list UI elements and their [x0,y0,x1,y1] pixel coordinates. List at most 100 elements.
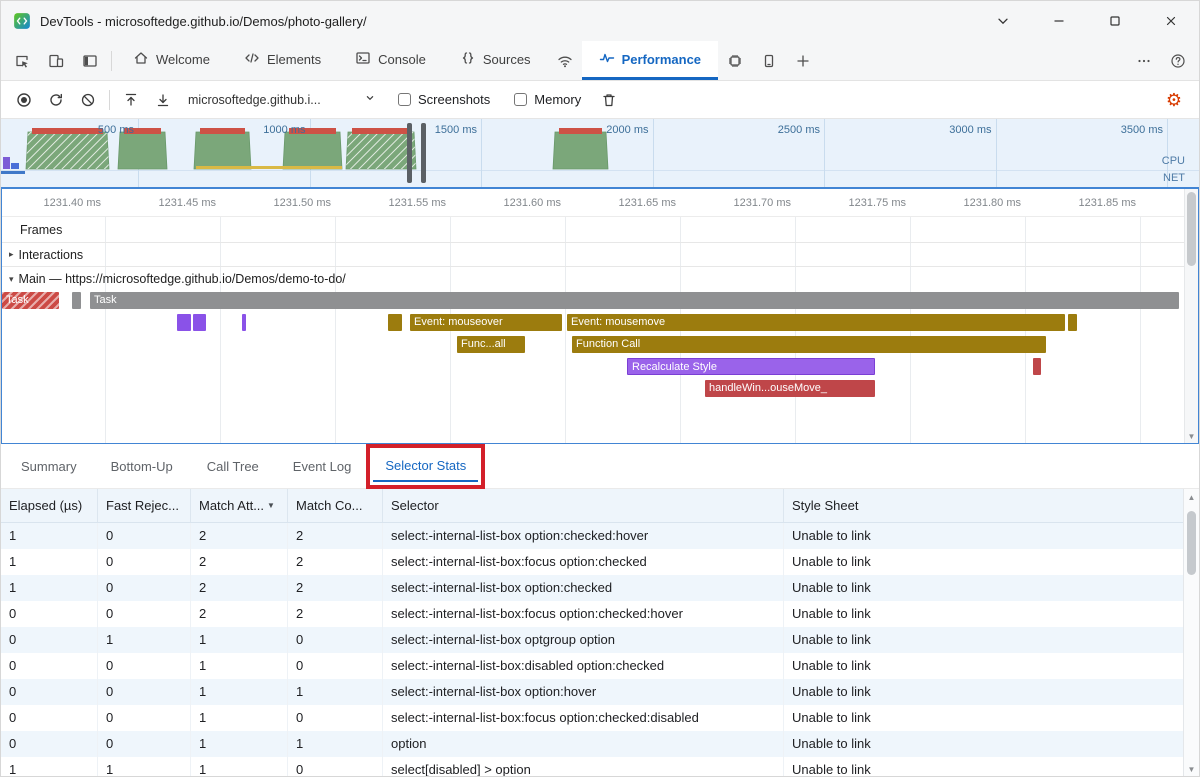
inspect-icon[interactable] [5,41,39,80]
overview-time-label: 3000 ms [912,124,992,136]
table-row[interactable]: 1022select:-internal-list-box option:che… [1,523,1185,549]
minimize-button[interactable] [1031,1,1087,41]
flame-bar[interactable] [1033,358,1041,375]
table-row[interactable]: 1022select:-internal-list-box option:che… [1,575,1185,601]
profile-select[interactable]: microsoftedge.github.i... [180,91,385,108]
tab-label: Performance [622,52,701,67]
timeline-scrollbar[interactable]: ▼ [1184,189,1198,443]
memory-chip-icon[interactable] [718,41,752,80]
ruler-time-label: 1231.75 ms [820,197,906,209]
column-header-fast-rejec[interactable]: Fast Rejec... [98,489,191,522]
scrollbar-thumb[interactable] [1187,192,1196,266]
table-cell: 1 [191,731,288,757]
table-row[interactable]: 0022select:-internal-list-box:focus opti… [1,601,1185,627]
table-row[interactable]: 0010select:-internal-list-box:focus opti… [1,705,1185,731]
load-profile-icon[interactable] [116,85,146,115]
clear-button[interactable] [73,85,103,115]
add-panel-icon[interactable] [786,41,820,80]
column-header-selector[interactable]: Selector [383,489,784,522]
memory-checkbox[interactable]: Memory [503,92,592,107]
main-track-header[interactable]: ▾ Main — https://microsoftedge.github.io… [2,267,1198,291]
column-header-match-att[interactable]: Match Att...▼ [191,489,288,522]
ruler-time-label: 1231.80 ms [935,197,1021,209]
column-header-elapsed-s[interactable]: Elapsed (µs) [1,489,98,522]
scrollbar-thumb[interactable] [1187,511,1196,575]
maximize-button[interactable] [1087,1,1143,41]
overview-time-label: 1000 ms [226,124,306,136]
table-cell: Unable to link [784,731,1185,757]
table-cell: 0 [1,627,98,653]
network-icon[interactable] [548,41,582,80]
flame-bar-handlewin-ousemove[interactable]: handleWin...ouseMove_ [705,380,875,397]
tab-label: Sources [483,52,531,67]
record-button[interactable] [9,85,39,115]
flame-bar-task[interactable]: Task [90,292,1179,309]
bottom-tab-summary[interactable]: Summary [9,451,89,482]
chevron-down-icon[interactable] [975,1,1031,41]
scroll-up-icon[interactable]: ▲ [1184,493,1199,502]
scroll-down-icon[interactable]: ▼ [1185,432,1198,441]
table-row[interactable]: 0110select:-internal-list-box optgroup o… [1,627,1185,653]
interactions-track[interactable]: ▸ Interactions [2,243,1198,267]
more-options-icon[interactable] [1127,41,1161,80]
flame-bar-event-mousemove[interactable]: Event: mousemove [567,314,1065,331]
close-button[interactable] [1143,1,1199,41]
table-scrollbar[interactable]: ▲ ▼ [1183,489,1199,777]
checkbox-icon[interactable] [398,93,411,106]
tab-performance[interactable]: Performance [582,41,718,80]
table-row[interactable]: 0011optionUnable to link [1,731,1185,757]
application-device-icon[interactable] [752,41,786,80]
table-cell: 2 [288,601,383,627]
table-cell: 1 [288,679,383,705]
save-profile-icon[interactable] [148,85,178,115]
ruler-time-label: 1231.55 ms [360,197,446,209]
flame-bar[interactable] [193,314,206,331]
trash-icon[interactable] [594,85,624,115]
focus-mode-icon[interactable] [73,41,107,80]
tab-console[interactable]: Console [338,41,443,80]
flame-bar-event-mouseover[interactable]: Event: mouseover [410,314,562,331]
flame-bar-task[interactable]: Task [2,292,59,309]
screenshots-checkbox[interactable]: Screenshots [387,92,501,107]
flame-bar[interactable] [72,292,81,309]
table-cell: 2 [288,549,383,575]
column-header-style-sheet[interactable]: Style Sheet [784,489,1185,522]
flame-bar-recalculate-style[interactable]: Recalculate Style [627,358,875,375]
device-emulation-icon[interactable] [39,41,73,80]
flame-bar[interactable] [1068,314,1077,331]
expander-icon[interactable]: ▸ [9,249,14,260]
checkbox-label: Memory [534,92,581,107]
tabbar-spacer [820,41,1127,80]
table-row[interactable]: 0011select:-internal-list-box option:hov… [1,679,1185,705]
table-cell: 1 [191,627,288,653]
flame-bar[interactable] [242,314,246,331]
overview-strip[interactable]: CPU NET 500 ms1000 ms1500 ms2000 ms2500 … [1,119,1199,187]
tab-elements[interactable]: Elements [227,41,338,80]
bottom-tab-call-tree[interactable]: Call Tree [195,451,271,482]
help-icon[interactable] [1161,41,1195,80]
flame-bar[interactable] [388,314,402,331]
flame-bar-function-call[interactable]: Function Call [572,336,1046,353]
table-cell: 0 [98,705,191,731]
flame-bar[interactable] [177,314,191,331]
table-cell: 1 [288,731,383,757]
window-controls [975,1,1199,41]
frames-track[interactable]: Frames [2,217,1198,243]
scroll-down-icon[interactable]: ▼ [1184,765,1199,774]
bottom-tab-event-log[interactable]: Event Log [281,451,364,482]
expander-icon[interactable]: ▾ [9,274,14,285]
capture-settings-gear-icon[interactable]: ⚙ [1157,91,1191,109]
column-label: Elapsed (µs) [9,498,82,513]
table-row[interactable]: 1110select[disabled] > optionUnable to l… [1,757,1185,777]
checkbox-icon[interactable] [514,93,527,106]
table-cell: select[disabled] > option [383,757,784,777]
bottom-tab-bottom-up[interactable]: Bottom-Up [99,451,185,482]
tab-sources[interactable]: Sources [443,41,548,80]
bottom-tab-selector-stats[interactable]: Selector Stats [373,451,478,482]
tab-welcome[interactable]: Welcome [116,41,227,80]
flame-bar-func-all[interactable]: Func...all [457,336,525,353]
table-row[interactable]: 1022select:-internal-list-box:focus opti… [1,549,1185,575]
reload-and-record-button[interactable] [41,85,71,115]
column-header-match-co[interactable]: Match Co... [288,489,383,522]
table-row[interactable]: 0010select:-internal-list-box:disabled o… [1,653,1185,679]
